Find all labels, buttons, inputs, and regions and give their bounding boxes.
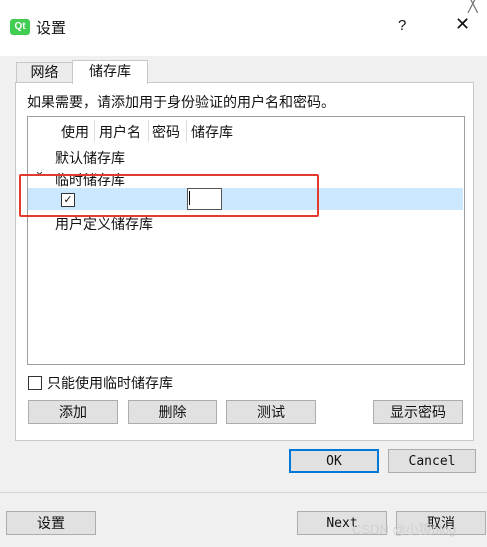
highlight-annotation bbox=[19, 174, 319, 217]
tree-item-user-repos[interactable]: 用户定义储存库 bbox=[55, 214, 153, 234]
header-repository[interactable]: 储存库 bbox=[191, 122, 233, 142]
auth-info-label: 如果需要，请添加用于身份验证的用户名和密码。 bbox=[27, 95, 335, 111]
tab-network[interactable]: 网络 bbox=[16, 62, 73, 83]
header-divider bbox=[148, 120, 149, 142]
test-button[interactable]: 测试 bbox=[226, 400, 316, 424]
header-username[interactable]: 用户名 bbox=[99, 122, 141, 142]
title-bar bbox=[0, 0, 487, 56]
outer-close-icon[interactable]: ╳ bbox=[468, 0, 478, 14]
help-button[interactable]: ? bbox=[398, 17, 406, 34]
close-icon[interactable]: ✕ bbox=[455, 14, 470, 35]
ok-button[interactable]: OK bbox=[289, 449, 379, 473]
temp-only-label: 只能使用临时储存库 bbox=[47, 376, 173, 392]
tree-item-default-repos[interactable]: 默认储存库 bbox=[55, 148, 125, 168]
header-divider bbox=[186, 120, 187, 142]
add-button[interactable]: 添加 bbox=[28, 400, 118, 424]
tab-repositories[interactable]: 储存库 bbox=[72, 60, 148, 84]
qt-logo-icon: Qt bbox=[10, 19, 30, 35]
temp-only-checkbox[interactable] bbox=[28, 376, 42, 390]
cancel-button[interactable]: Cancel bbox=[388, 449, 476, 473]
header-password[interactable]: 密码 bbox=[152, 122, 180, 142]
dialog-title: 设置 bbox=[36, 19, 67, 37]
header-use[interactable]: 使用 bbox=[61, 122, 89, 142]
watermark: CSDN @小猿blog bbox=[352, 522, 457, 537]
header-divider bbox=[94, 120, 95, 142]
settings-button[interactable]: 设置 bbox=[6, 511, 96, 535]
delete-button[interactable]: 删除 bbox=[128, 400, 217, 424]
show-password-button[interactable]: 显示密码 bbox=[373, 400, 463, 424]
